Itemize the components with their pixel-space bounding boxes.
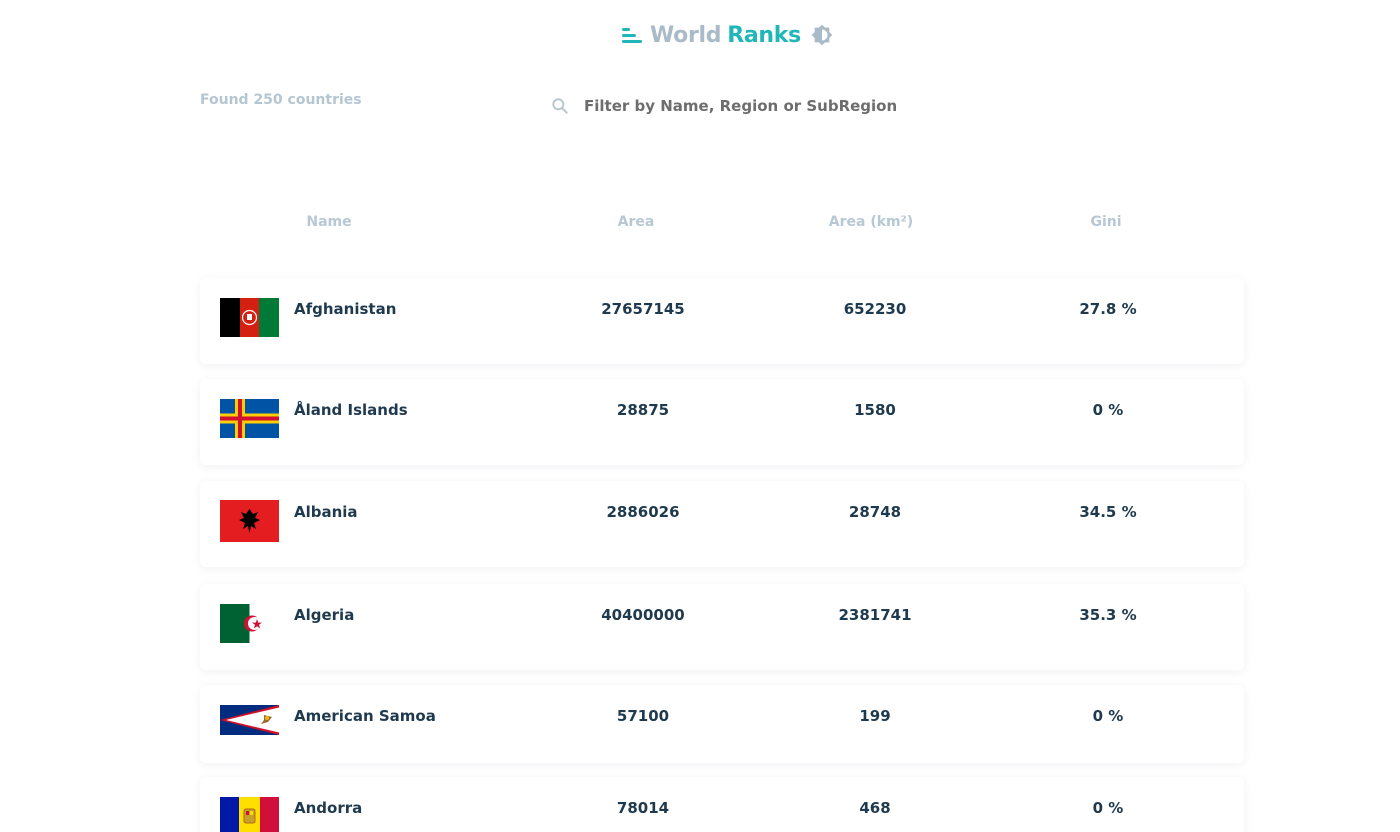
table-row[interactable]: Åland Islands 28875 1580 0 % <box>200 379 1244 465</box>
flag-icon-afghanistan <box>220 298 279 337</box>
search-bar[interactable] <box>540 88 1000 124</box>
app-logo[interactable]: World Ranks <box>620 20 833 50</box>
table-row[interactable]: Afghanistan 27657145 652230 27.8 % <box>200 278 1244 364</box>
logo-word-ranks: Ranks <box>727 22 801 48</box>
country-name: Andorra <box>294 799 363 817</box>
country-gini: 0 % <box>1092 401 1124 419</box>
table-row[interactable]: Andorra 78014 468 0 % <box>200 777 1244 832</box>
country-gini: 35.3 % <box>1079 606 1137 624</box>
country-gini: 0 % <box>1092 707 1124 725</box>
bars-icon <box>620 25 644 45</box>
country-area-km2: 28748 <box>848 503 902 521</box>
country-gini: 27.8 % <box>1079 300 1137 318</box>
country-area-value: 57100 <box>616 707 670 725</box>
table-header: Name Area Area (km²) Gini <box>200 214 1244 240</box>
country-gini: 0 % <box>1092 799 1124 817</box>
column-header-name[interactable]: Name <box>229 214 429 230</box>
logo-word-world: World <box>650 22 722 48</box>
column-header-area-km2[interactable]: Area (km²) <box>771 214 971 230</box>
country-area-km2: 468 <box>859 799 891 817</box>
flag-icon-andorra <box>220 797 279 832</box>
country-area-km2: 199 <box>859 707 891 725</box>
country-area-value: 28875 <box>616 401 670 419</box>
search-input[interactable] <box>584 97 984 115</box>
flag-icon-american-samoa <box>220 705 279 735</box>
search-icon <box>552 98 568 114</box>
table-row[interactable]: American Samoa 57100 199 0 % <box>200 685 1244 763</box>
flag-icon-aland <box>220 399 279 438</box>
sun-toggle-icon[interactable] <box>811 24 833 46</box>
page: World Ranks Found 250 countries Name Are… <box>0 0 1400 832</box>
table-row[interactable]: Algeria 40400000 2381741 35.3 % <box>200 584 1244 670</box>
column-header-area[interactable]: Area <box>536 214 736 230</box>
country-area-km2: 2381741 <box>838 606 912 624</box>
country-name: Algeria <box>294 606 355 624</box>
country-area-value: 27657145 <box>601 300 685 318</box>
country-area-value: 2886026 <box>606 503 680 521</box>
flag-icon-albania <box>220 500 279 542</box>
country-area-km2: 1580 <box>854 401 896 419</box>
table-row[interactable]: Albania 2886026 28748 34.5 % <box>200 481 1244 567</box>
country-gini: 34.5 % <box>1079 503 1137 521</box>
country-area-km2: 652230 <box>843 300 907 318</box>
country-name: Albania <box>294 503 358 521</box>
country-area-value: 40400000 <box>601 606 685 624</box>
country-area-value: 78014 <box>616 799 670 817</box>
flag-icon-algeria <box>220 604 279 643</box>
results-count: Found 250 countries <box>200 92 362 108</box>
country-name: Åland Islands <box>294 401 408 419</box>
column-header-gini[interactable]: Gini <box>1006 214 1206 230</box>
country-name: American Samoa <box>294 707 436 725</box>
country-name: Afghanistan <box>294 300 397 318</box>
